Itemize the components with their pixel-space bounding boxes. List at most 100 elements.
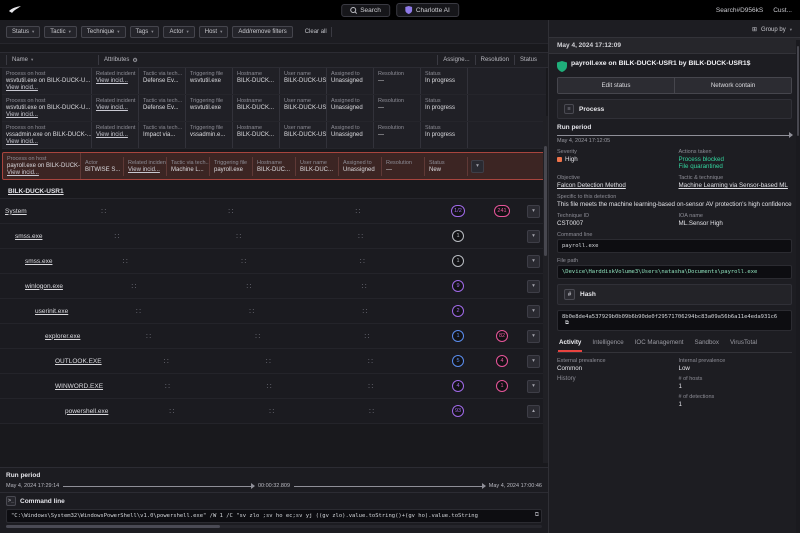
view-incident-link[interactable]: View incid...	[128, 167, 162, 173]
detection-count-badge[interactable]: 4	[496, 355, 508, 367]
view-incident-link[interactable]: View incid...	[96, 132, 134, 138]
column-header-assigned[interactable]: Assigne...	[437, 55, 474, 65]
scrollbar-thumb[interactable]	[797, 46, 799, 136]
host-group-header[interactable]: BILK-DUCK-USR1	[0, 183, 548, 199]
copy-icon[interactable]: ⧉	[565, 320, 569, 326]
process-row[interactable]: OUTLOOK.EXE∷∷∷54▾	[0, 349, 548, 374]
process-name-link[interactable]: OUTLOOK.EXE	[55, 358, 102, 365]
process-row[interactable]: explorer.exe∷∷∷182▾	[0, 324, 548, 349]
column-header-status[interactable]: Status	[514, 55, 542, 65]
process-name-link[interactable]: explorer.exe	[45, 333, 80, 340]
group-by-control[interactable]: Group by	[761, 27, 786, 33]
detection-count-badge[interactable]: 1	[452, 255, 464, 267]
process-row[interactable]: powershell.exe∷∷∷93▴	[0, 399, 548, 424]
expand-row-button[interactable]: ▾	[527, 230, 540, 243]
collapse-row-button[interactable]: ▴	[527, 405, 540, 418]
expand-row-button[interactable]: ▾	[527, 355, 540, 368]
process-row[interactable]: System∷∷∷1/2241▾	[0, 199, 548, 224]
tab-intelligence[interactable]: Intelligence	[591, 336, 624, 352]
expand-row-button[interactable]: ▾	[527, 305, 540, 318]
view-incident-link[interactable]: View incid...	[7, 170, 76, 176]
process-name-link[interactable]: System	[5, 208, 27, 215]
customer-menu[interactable]: Cust...	[773, 7, 792, 14]
falcon-logo-icon[interactable]	[8, 4, 22, 16]
process-row[interactable]: smss.exe∷∷∷1▾	[0, 249, 548, 274]
filter-technique[interactable]: Technique ▾	[81, 26, 126, 38]
incident-row[interactable]: Process on hostwsvtutil.exe on BILK-DUCK…	[2, 68, 546, 95]
add-remove-filters-button[interactable]: Add/remove filters	[232, 26, 292, 38]
tab-virustotal[interactable]: VirusTotal	[729, 336, 758, 352]
process-name-link[interactable]: winlogon.exe	[25, 283, 63, 290]
filter-host[interactable]: Host ▾	[199, 26, 229, 38]
expand-row-button[interactable]: ▾	[527, 330, 540, 343]
filter-tactic[interactable]: Tactic ▾	[44, 26, 77, 38]
incident-row[interactable]: Process on hostwsvtutil.exe on BILK-DUCK…	[2, 95, 546, 122]
process-section-header[interactable]: ≡ Process	[557, 99, 792, 119]
command-line-value[interactable]: "C:\Windows\System32\WindowsPowerShell\v…	[6, 509, 542, 523]
view-incident-link[interactable]: View incid...	[6, 112, 87, 118]
run-period-timeline[interactable]: May 4, 2024 17:29:14 00:00:32.809 May 4,…	[6, 483, 542, 489]
column-header-name[interactable]: Name ▾	[6, 55, 98, 65]
process-name-link[interactable]: powershell.exe	[65, 408, 108, 415]
incident-row[interactable]: Process on hostpayroll.exe on BILK-DUCK-…	[2, 152, 546, 180]
process-name-link[interactable]: smss.exe	[15, 233, 42, 240]
horizontal-scrollbar[interactable]	[6, 525, 542, 528]
charlotte-ai-button[interactable]: Charlotte AI	[396, 3, 459, 17]
detection-count-badge[interactable]: 1/2	[451, 205, 465, 217]
tab-sandbox[interactable]: Sandbox	[694, 336, 720, 352]
scrollbar-thumb[interactable]	[6, 525, 220, 528]
filter-actor[interactable]: Actor ▾	[163, 26, 194, 38]
column-header-resolution[interactable]: Resolution	[475, 55, 514, 65]
hash-section-header[interactable]: # Hash	[557, 284, 792, 305]
tab-activity[interactable]: Activity	[558, 336, 582, 352]
edit-status-button[interactable]: Edit status	[558, 78, 674, 93]
tab-ioc-management[interactable]: IOC Management	[634, 336, 685, 352]
process-name-link[interactable]: WINWORD.EXE	[55, 383, 103, 390]
global-search-button[interactable]: Search	[341, 4, 390, 17]
process-row[interactable]: WINWORD.EXE∷∷∷41▾	[0, 374, 548, 399]
detection-count-badge[interactable]: 93	[452, 405, 464, 417]
scrollbar-thumb[interactable]	[544, 146, 547, 256]
view-incident-link[interactable]: View incid...	[96, 78, 134, 84]
detection-count-badge[interactable]: 1	[496, 380, 508, 392]
filter-status[interactable]: Status ▾	[6, 26, 40, 38]
hash-value[interactable]: 8b0e8de4a537929b0b09b6b90de0f29571706294…	[557, 310, 792, 331]
detection-count-badge[interactable]: 2	[452, 305, 464, 317]
network-contain-button[interactable]: Network contain	[674, 78, 791, 93]
process-name-link[interactable]: smss.exe	[25, 258, 52, 265]
view-incident-link[interactable]: View incid...	[96, 105, 134, 111]
expand-row-button[interactable]: ▾	[527, 380, 540, 393]
account-menu[interactable]: Search#D956kS	[716, 7, 763, 14]
detection-count-badge[interactable]: 4	[452, 380, 464, 392]
detection-count-badge[interactable]: 241	[494, 205, 509, 217]
detection-count-badge[interactable]: 82	[496, 330, 508, 342]
detection-count-badge[interactable]: 1	[452, 230, 464, 242]
expand-row-button[interactable]: ▾	[527, 280, 540, 293]
detection-count-badge[interactable]: 1	[452, 330, 464, 342]
column-header-attributes[interactable]: Attributes ⚙	[98, 55, 143, 65]
expand-row-button[interactable]: ▾	[527, 255, 540, 268]
right-panel-scrollbar[interactable]	[796, 40, 800, 533]
incident-row[interactable]: Process on hostvssadmin.exe on BILK-DUCK…	[2, 122, 546, 149]
detection-count-badge[interactable]: 5	[452, 355, 464, 367]
filter-tags[interactable]: Tags ▾	[130, 26, 160, 38]
expand-row-button[interactable]: ▾	[471, 160, 484, 173]
detection-count-badge[interactable]: 9	[452, 280, 464, 292]
history-label[interactable]: History	[557, 376, 671, 382]
file-path-value[interactable]: \Device\HarddiskVolume3\Users\natasha\Do…	[557, 265, 792, 279]
process-row[interactable]: winlogon.exe∷∷∷9▾	[0, 274, 548, 299]
detail-command-line-value[interactable]: payroll.exe	[557, 239, 792, 253]
process-row[interactable]: userinit.exe∷∷∷2▾	[0, 299, 548, 324]
view-incident-link[interactable]: View incid...	[6, 85, 87, 91]
left-panel-scrollbar[interactable]	[543, 116, 548, 463]
objective-link[interactable]: Falcon Detection Method	[557, 182, 671, 189]
view-incident-link[interactable]: View incid...	[6, 139, 87, 145]
copy-icon[interactable]: ⧉	[535, 511, 539, 519]
tactic-link[interactable]: Machine Learning via Sensor-based ML	[679, 182, 793, 189]
process-name-link[interactable]: userinit.exe	[35, 308, 68, 315]
process-row[interactable]: smss.exe∷∷∷1▾	[0, 224, 548, 249]
detail-run-period-timeline[interactable]	[557, 135, 792, 136]
objective-block: Objective Falcon Detection Method	[557, 175, 671, 189]
expand-row-button[interactable]: ▾	[527, 205, 540, 218]
clear-all-button[interactable]: Clear all	[301, 27, 332, 37]
